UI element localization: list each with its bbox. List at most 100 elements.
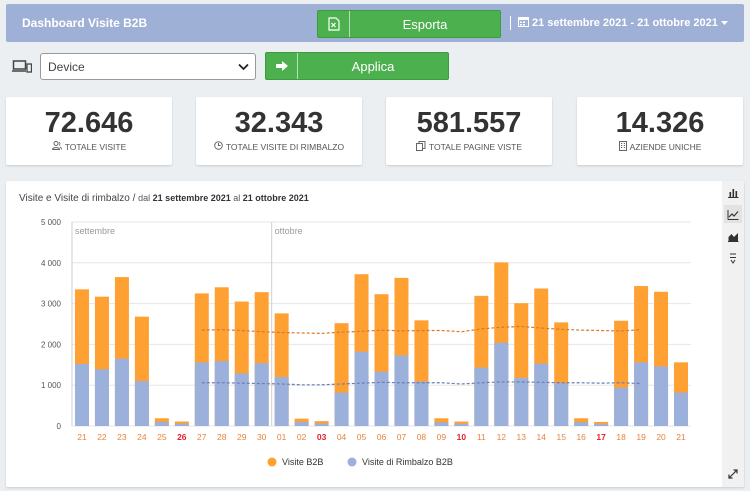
bar-rimbalzo-b2b [314,423,329,426]
x-tick-label: 04 [337,432,347,442]
device-select[interactable]: Device [40,53,256,80]
kpi-label: AZIENDE UNICHE [629,142,702,152]
line-chart-icon[interactable] [724,205,742,223]
bar-rimbalzo-b2b [374,371,389,426]
bar-rimbalzo-b2b [114,358,129,426]
device-select-value: Device [48,60,85,74]
x-tick-label: 05 [357,432,367,442]
visits-chart: 5 000 4 000 3 000 2 000 1 000 0 settembre ottob… [41,218,691,467]
kpi-label: TOTALE PAGINE VISTE [428,142,523,152]
top-bar: Dashboard Visite B2B Esporta 21 settembr… [6,4,744,42]
bar-rimbalzo-b2b [194,362,209,426]
x-tick-label: 21 [676,432,686,442]
x-tick-label: 19 [636,432,646,442]
bar-rimbalzo-b2b [254,363,269,426]
arrow-right-icon [266,53,298,79]
bar-rimbalzo-b2b [234,373,249,426]
kpi-label: TOTALE VISITE DI RIMBALZO [225,141,345,152]
bar-rimbalzo-b2b [654,366,669,426]
x-tick-label: 03 [317,432,327,442]
x-tick-label: 14 [537,432,547,442]
legend-marker-rimbalzo [347,457,357,467]
bar-rimbalzo-b2b [274,377,289,426]
x-tick-label: 06 [377,432,387,442]
bar-rimbalzo-b2b [354,351,369,426]
calendar-icon [518,16,529,30]
apply-button[interactable]: Applica [265,52,449,80]
x-tick-label: 18 [616,432,626,442]
y-tick-label: 4 000 [41,259,62,268]
bar-rimbalzo-b2b [94,369,109,426]
visits-chart-card: Visite e Visite di rimbalzo / dal 21 set… [6,181,744,487]
clock-icon [214,141,223,152]
x-tick-label: 27 [197,432,207,442]
x-tick-label: 01 [277,432,287,442]
bar-rimbalzo-b2b [534,363,549,426]
bar-rimbalzo-b2b [554,383,569,426]
x-tick-label: 30 [257,432,267,442]
y-tick-label: 5 000 [41,218,62,227]
kpi-total-visits: 72.646 TOTALE VISITE [6,97,172,165]
chevron-down-icon [238,60,249,74]
bar-rimbalzo-b2b [594,423,609,426]
bar-rimbalzo-b2b [394,355,409,426]
x-tick-label: 24 [137,432,147,442]
x-tick-label: 10 [457,432,467,442]
bar-rimbalzo-b2b [134,381,149,426]
export-label: Esporta [402,16,448,32]
x-tick-label: 09 [437,432,447,442]
bar-rimbalzo-b2b [434,422,449,426]
kpi-value: 581.557 [416,107,522,139]
kpi-unique-companies: 14.326 AZIENDE UNICHE [577,97,743,165]
users-icon [51,141,62,152]
devices-icon [12,60,33,78]
kpi-value: 72.646 [44,107,134,139]
y-tick-label: 1 000 [41,381,62,390]
bar-rimbalzo-b2b [474,367,489,426]
x-tick-label: 23 [117,432,127,442]
date-range-text: 21 settembre 2021 - 21 ottobre 2021 [532,17,718,29]
bar-rimbalzo-b2b [454,423,469,426]
x-tick-label: 21 [77,432,87,442]
caret-down-icon [720,17,728,29]
bar-chart-icon[interactable] [724,183,742,201]
x-tick-label: 02 [297,432,307,442]
bar-rimbalzo-b2b [494,342,509,426]
x-tick-label: 11 [477,432,486,442]
month-label: ottobre [275,226,303,236]
x-tick-label: 15 [556,432,566,442]
export-button[interactable]: Esporta [317,10,501,38]
x-tick-label: 13 [517,432,527,442]
x-tick-label: 29 [237,432,247,442]
bar-rimbalzo-b2b [674,392,689,426]
x-tick-label: 12 [497,432,507,442]
building-icon [618,141,627,153]
x-tick-label: 08 [417,432,427,442]
bar-rimbalzo-b2b [514,377,529,426]
x-tick-label: 17 [596,432,606,442]
bar-rimbalzo-b2b [294,421,309,426]
legend-label-visite: Visite B2B [282,457,323,467]
bar-rimbalzo-b2b [174,423,189,426]
kpi-bounce-visits: 32.343 TOTALE VISITE DI RIMBALZO [196,97,362,165]
apply-label: Applica [351,58,395,74]
bar-rimbalzo-b2b [154,421,169,426]
bar-rimbalzo-b2b [614,387,629,426]
date-range-picker[interactable]: 21 settembre 2021 - 21 ottobre 2021 [518,16,728,30]
y-tick-label: 3 000 [41,300,62,309]
legend-label-rimbalzo: Visite di Rimbalzo B2B [362,457,453,467]
x-tick-label: 28 [217,432,227,442]
dashboard-title: Dashboard Visite B2B [22,16,148,30]
bar-rimbalzo-b2b [214,361,229,426]
x-tick-label: 20 [656,432,666,442]
expand-icon[interactable] [724,465,742,483]
pages-icon [415,141,426,153]
x-tick-label: 07 [397,432,407,442]
chart-toolbar [722,181,744,487]
x-tick-label: 25 [157,432,167,442]
month-label: settembre [75,226,115,236]
bar-rimbalzo-b2b [574,422,589,426]
y-tick-label: 2 000 [41,340,62,349]
area-chart-icon[interactable] [724,227,742,245]
stack-toggle-icon[interactable] [724,249,742,267]
